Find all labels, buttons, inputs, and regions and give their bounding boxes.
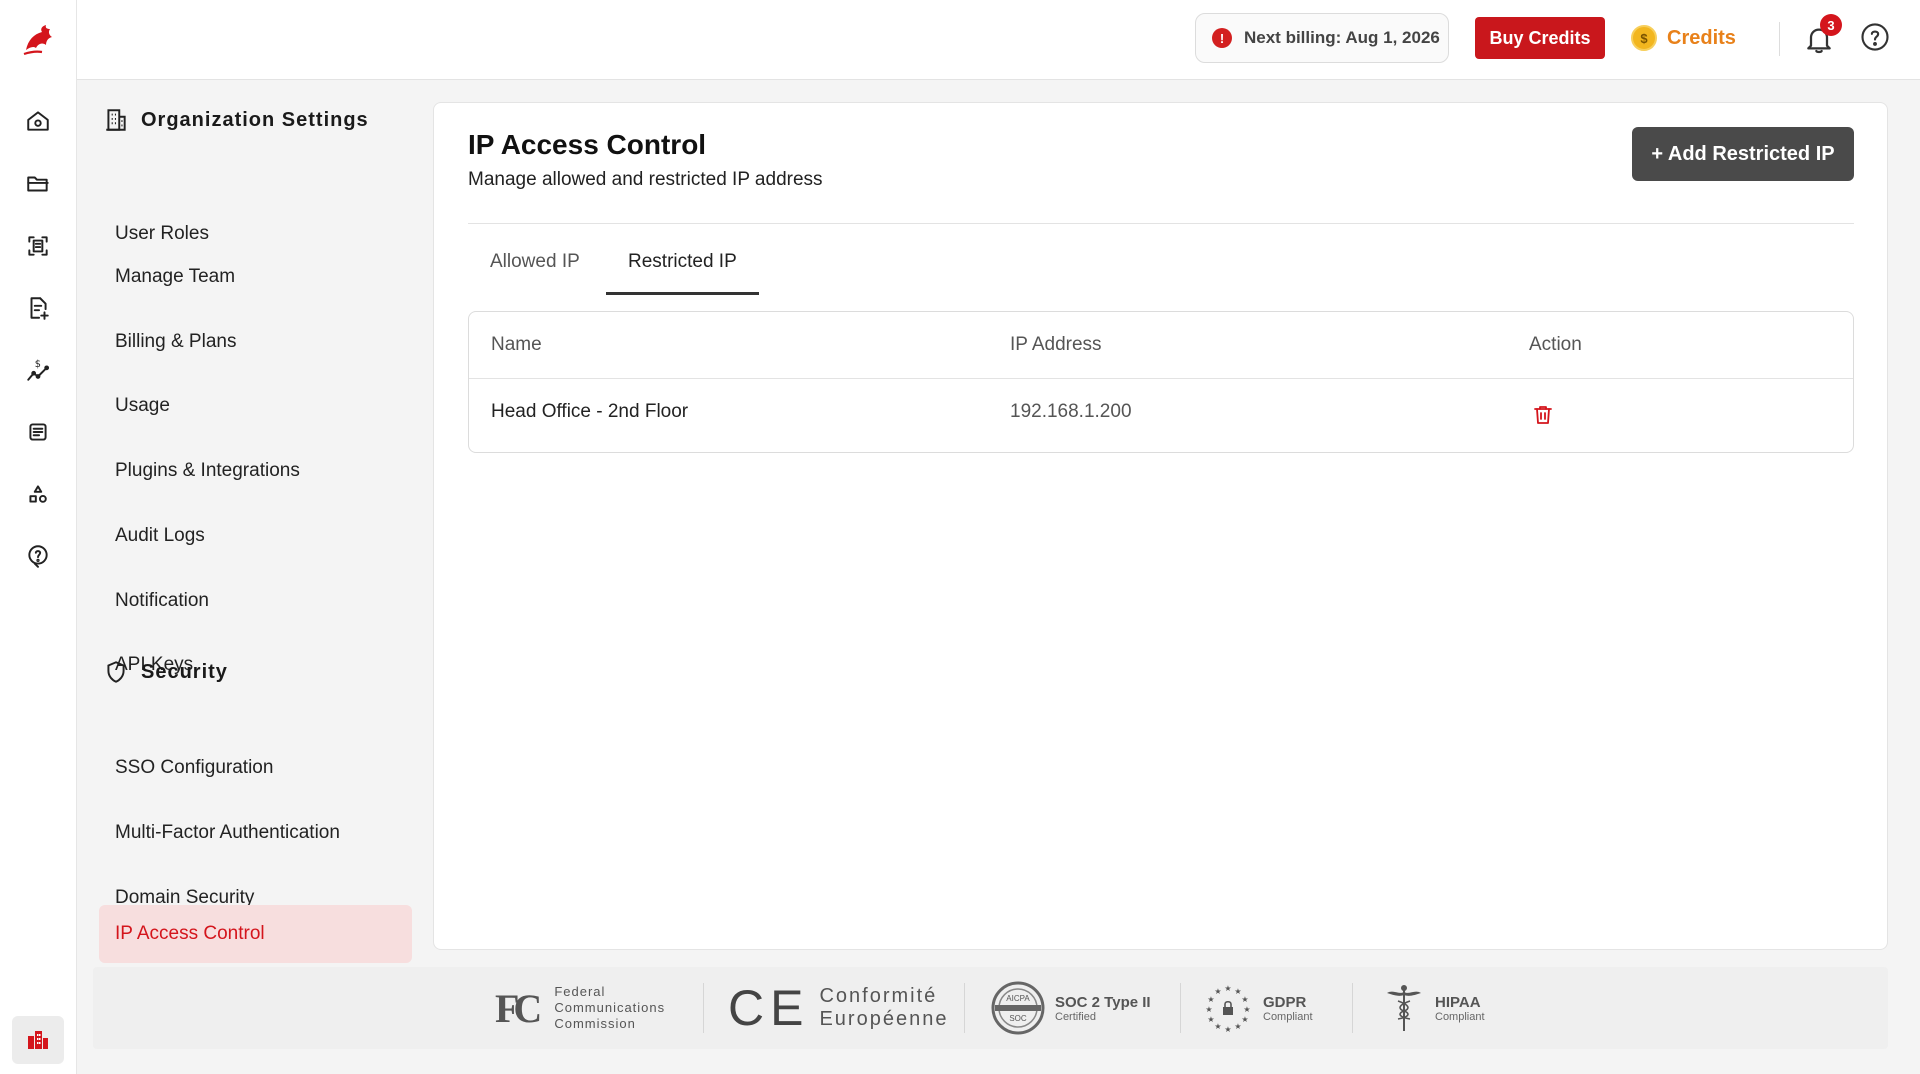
home-icon[interactable] xyxy=(24,107,52,135)
sidebar-item-mfa[interactable]: Multi-Factor Authentication xyxy=(99,804,412,862)
sidebar-item-plugins[interactable]: Plugins & Integrations xyxy=(99,442,412,500)
security-heading: Security xyxy=(103,659,228,685)
settings-sidebar: User Roles Organization Settings Manage … xyxy=(77,81,421,968)
scan-document-icon[interactable] xyxy=(24,232,52,260)
page-subtitle: Manage allowed and restricted IP address xyxy=(468,169,823,190)
ip-access-control-panel: IP Access Control Manage allowed and res… xyxy=(433,102,1888,950)
aicpa-seal-text: AICPA xyxy=(1006,994,1030,1003)
soc2-badge: AICPA SOC SOC 2 Type II Certified xyxy=(991,981,1151,1035)
notification-count-badge: 3 xyxy=(1820,14,1842,36)
sidebar-item-manage-team[interactable]: Manage Team xyxy=(99,248,412,306)
organization-settings-heading: Organization Settings xyxy=(103,107,369,133)
shapes-icon[interactable] xyxy=(24,480,52,508)
row-ip-address: 192.168.1.200 xyxy=(1010,401,1132,422)
hipaa-title: HIPAA xyxy=(1435,993,1481,1011)
sidebar-item-audit-logs[interactable]: Audit Logs xyxy=(99,507,412,565)
svg-text:★: ★ xyxy=(1224,1025,1231,1033)
info-alert-icon: ! xyxy=(1212,28,1232,48)
svg-text:★: ★ xyxy=(1234,1022,1241,1031)
column-header-ip-address: IP Address xyxy=(1010,334,1102,355)
tab-allowed-ip[interactable]: Allowed IP xyxy=(468,251,602,295)
fcc-line-3: Commission xyxy=(554,1016,636,1031)
svg-text:★: ★ xyxy=(1207,995,1214,1004)
icon-rail: $ xyxy=(0,0,77,1074)
form-list-icon[interactable] xyxy=(24,418,52,446)
coin-icon: $ xyxy=(1631,25,1657,51)
organization-settings-title: Organization Settings xyxy=(141,108,369,131)
page-title: IP Access Control xyxy=(468,129,707,160)
credits-label: Credits xyxy=(1667,26,1736,49)
dragon-logo-icon[interactable] xyxy=(18,20,58,60)
next-billing-notice: ! Next billing: Aug 1, 2026 xyxy=(1195,13,1449,63)
topbar-divider xyxy=(1779,22,1780,56)
svg-text:★: ★ xyxy=(1214,987,1221,996)
ce-line-1: Conformité xyxy=(819,985,938,1007)
shield-icon xyxy=(107,661,125,683)
ce-logo: CE xyxy=(728,980,810,1036)
svg-text:★: ★ xyxy=(1241,1015,1248,1024)
next-billing-text: Next billing: Aug 1, 2026 xyxy=(1244,28,1440,47)
pricing-trend-icon[interactable]: $ xyxy=(24,356,52,384)
svg-text:★: ★ xyxy=(1214,1022,1221,1031)
sidebar-item-sso[interactable]: SSO Configuration xyxy=(99,739,412,797)
svg-text:$: $ xyxy=(35,359,41,370)
delete-trash-icon[interactable] xyxy=(1531,403,1555,427)
header-divider xyxy=(468,223,1854,224)
footer-divider xyxy=(703,983,704,1033)
soc2-title: SOC 2 Type II xyxy=(1055,993,1151,1011)
gdpr-title: GDPR xyxy=(1263,993,1307,1011)
sidebar-item-billing-plans[interactable]: Billing & Plans xyxy=(99,313,412,371)
svg-text:★: ★ xyxy=(1205,1005,1212,1014)
hipaa-badge: HIPAA Compliant xyxy=(1383,981,1485,1035)
gdpr-stars-lock-icon: ★ ★★★ ★★★★ ★★★★ xyxy=(1205,984,1250,1033)
help-icon[interactable] xyxy=(1860,22,1890,52)
soc2-subtitle: Certified xyxy=(1055,1010,1096,1023)
ce-line-2: Européenne xyxy=(819,1008,949,1030)
hipaa-subtitle: Compliant xyxy=(1435,1010,1485,1023)
credits-link[interactable]: $ Credits xyxy=(1631,25,1736,51)
organization-icon[interactable] xyxy=(12,1016,64,1064)
svg-text:★: ★ xyxy=(1241,995,1248,1004)
row-name: Head Office - 2nd Floor xyxy=(491,401,689,422)
footer-divider xyxy=(964,983,965,1033)
svg-text:★: ★ xyxy=(1243,1005,1250,1014)
gdpr-badge: ★ ★ ★ ★ ★ ★ ★ ★ ★ ★ ★ ★ GDPR Compliant xyxy=(1203,981,1313,1035)
add-restricted-ip-button[interactable]: + Add Restricted IP xyxy=(1632,127,1854,181)
svg-text:★: ★ xyxy=(1224,984,1231,993)
fcc-line-2: Communications xyxy=(554,1000,666,1015)
ce-badge: CE Conformité Européenne xyxy=(728,980,949,1036)
soc-seal-text: SOC xyxy=(1009,1014,1027,1023)
sidebar-item-notification[interactable]: Notification xyxy=(99,572,412,630)
column-header-action: Action xyxy=(1529,334,1582,355)
fcc-logo: FC xyxy=(495,985,542,1031)
restricted-ip-table: Name IP Address Action Head Office - 2nd… xyxy=(468,311,1854,453)
aicpa-soc-seal-icon: AICPA SOC xyxy=(991,981,1045,1035)
fcc-line-1: Federal xyxy=(554,984,606,999)
footer-divider xyxy=(1352,983,1353,1033)
column-header-name: Name xyxy=(491,334,542,355)
caduceus-icon xyxy=(1387,985,1421,1031)
security-title: Security xyxy=(141,660,228,683)
compliance-footer: FC Federal Communications Commission CE … xyxy=(93,967,1888,1049)
sidebar-item-usage[interactable]: Usage xyxy=(99,377,412,435)
document-add-icon[interactable] xyxy=(24,294,52,322)
footer-divider xyxy=(1180,983,1181,1033)
table-row: Head Office - 2nd Floor 192.168.1.200 xyxy=(469,378,1853,452)
sidebar-item-user-roles[interactable]: User Roles xyxy=(115,223,209,245)
gdpr-subtitle: Compliant xyxy=(1263,1010,1313,1023)
buy-credits-button[interactable]: Buy Credits xyxy=(1475,17,1605,59)
tab-restricted-ip[interactable]: Restricted IP xyxy=(606,251,759,295)
building-icon xyxy=(106,109,126,131)
svg-text:★: ★ xyxy=(1207,1015,1214,1024)
sidebar-item-ip-access-control[interactable]: IP Access Control xyxy=(99,905,412,963)
fcc-badge: FC Federal Communications Commission xyxy=(495,981,665,1035)
help-circle-icon[interactable] xyxy=(24,542,52,570)
folder-icon[interactable] xyxy=(24,170,52,198)
